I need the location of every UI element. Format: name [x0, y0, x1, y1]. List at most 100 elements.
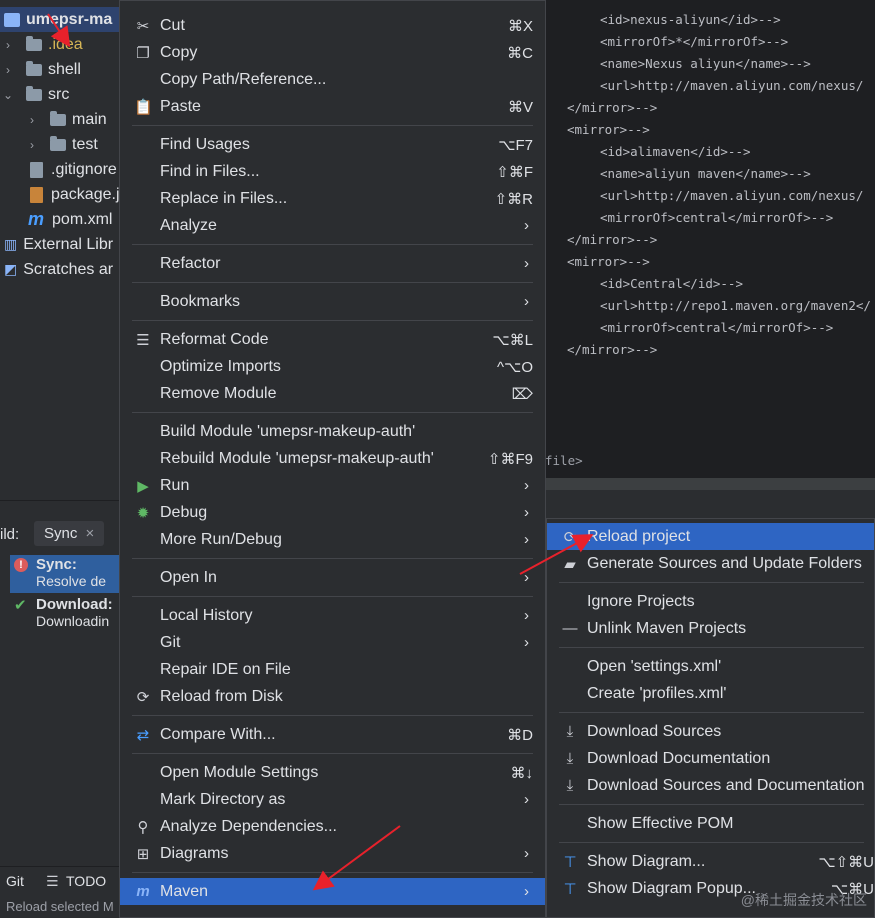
menu-item-cut[interactable]: ✂ Cut ⌘X [120, 12, 545, 39]
reformat-icon: ☰ [136, 331, 150, 349]
tree-item-test[interactable]: › test [0, 132, 120, 157]
tree-item-pom[interactable]: m pom.xml [0, 207, 120, 232]
menu-item-diagrams[interactable]: ⊞ Diagrams › [120, 840, 545, 867]
chevron-down-icon[interactable]: ⌄ [2, 88, 14, 102]
menu-item-optimize-imports[interactable]: Optimize Imports ^⌥O [120, 353, 545, 380]
tab-sync-label: Sync [44, 525, 78, 542]
submenu-item-download-both[interactable]: ⤓ Download Sources and Documentation [547, 772, 874, 799]
menu-item-find-in-files[interactable]: Find in Files... ⇧⌘F [120, 158, 545, 185]
horizontal-scrollbar[interactable] [545, 478, 875, 490]
run-icon: ▶ [137, 477, 149, 495]
menu-item-open-module-settings[interactable]: Open Module Settings ⌘↓ [120, 759, 545, 786]
chevron-right-icon[interactable]: › [2, 38, 14, 52]
menu-item-label: Replace in Files... [160, 189, 288, 207]
menu-item-more-run-debug[interactable]: More Run/Debug › [120, 526, 545, 553]
chevron-right-icon: › [524, 883, 529, 900]
menu-item-label: Reformat Code [160, 330, 269, 348]
code-line: </mirror>--> [567, 342, 658, 357]
menu-item-label: Find Usages [160, 135, 250, 153]
maven-icon: m [28, 209, 45, 229]
tree-item-idea[interactable]: › .idea [0, 32, 120, 57]
menu-separator [132, 872, 533, 873]
diagram-icon: ⊤ [563, 853, 577, 871]
tree-item-label: Scratches ar [23, 260, 114, 278]
tree-item-gitignore[interactable]: .gitignore [0, 157, 120, 182]
submenu-item-create-profiles[interactable]: Create 'profiles.xml' [547, 680, 874, 707]
tree-item-main[interactable]: › main [0, 107, 120, 132]
menu-item-replace-in-files[interactable]: Replace in Files... ⇧⌘R [120, 185, 545, 212]
tree-item-label: shell [48, 60, 81, 78]
sync-row[interactable]: ! Sync: Resolve de [10, 555, 120, 593]
tool-window-git[interactable]: Git [6, 873, 24, 889]
tree-item-scratches[interactable]: ◩ Scratches ar [0, 257, 120, 282]
menu-item-reload-from-disk[interactable]: ⟳ Reload from Disk [120, 683, 545, 710]
menu-item-label: Build Module 'umepsr-makeup-auth' [160, 422, 416, 440]
menu-item-git[interactable]: Git › [120, 629, 545, 656]
menu-item-find-usages[interactable]: Find Usages ⌥F7 [120, 131, 545, 158]
menu-item-copy[interactable]: ❐ Copy ⌘C [120, 39, 545, 66]
submenu-item-unlink[interactable]: — Unlink Maven Projects [547, 615, 874, 642]
close-icon[interactable]: × [86, 525, 95, 542]
menu-item-open-in[interactable]: Open In › [120, 564, 545, 591]
download-icon: ⤓ [566, 777, 574, 794]
submenu-item-label: Generate Sources and Update Folders [587, 554, 862, 572]
scratch-icon: ◩ [4, 261, 18, 277]
submenu-item-generate-sources[interactable]: ▰ Generate Sources and Update Folders [547, 550, 874, 577]
chevron-right-icon[interactable]: › [26, 138, 38, 152]
menu-item-remove-module[interactable]: Remove Module ⌦ [120, 380, 545, 407]
error-icon: ! [14, 558, 28, 572]
menu-item-debug[interactable]: ✹ Debug › [120, 499, 545, 526]
menu-item-local-history[interactable]: Local History › [120, 602, 545, 629]
code-line: <url>http://maven.aliyun.com/nexus/ [600, 78, 864, 93]
menu-item-repair-ide[interactable]: Repair IDE on File [120, 656, 545, 683]
menu-item-label: Open Module Settings [160, 763, 319, 781]
chevron-right-icon: › [524, 845, 529, 862]
menu-item-copy-path[interactable]: Copy Path/Reference... [120, 66, 545, 93]
tree-item-label: package.j [51, 185, 120, 203]
menu-item-analyze-dependencies[interactable]: ⚲ Analyze Dependencies... [120, 813, 545, 840]
diagram-icon: ⊤ [563, 880, 577, 898]
chevron-right-icon[interactable]: › [2, 63, 14, 77]
menu-item-analyze[interactable]: Analyze › [120, 212, 545, 239]
submenu-item-download-sources[interactable]: ⤓ Download Sources [547, 718, 874, 745]
menu-item-label: Rebuild Module 'umepsr-makeup-auth' [160, 449, 434, 467]
menu-separator [132, 244, 533, 245]
download-row[interactable]: ✔ Download: Downloadin [10, 595, 120, 633]
submenu-item-effective-pom[interactable]: Show Effective POM [547, 810, 874, 837]
code-line: <id>nexus-aliyun</id>--> [600, 12, 781, 27]
menu-item-reformat-code[interactable]: ☰ Reformat Code ⌥⌘L [120, 326, 545, 353]
download-subtitle: Downloadin [36, 613, 110, 629]
code-line: <mirrorOf>central</mirrorOf>--> [600, 320, 834, 335]
menu-item-build-module[interactable]: Build Module 'umepsr-makeup-auth' [120, 418, 545, 445]
code-line: <id>alimaven</id>--> [600, 144, 751, 159]
menu-item-bookmarks[interactable]: Bookmarks › [120, 288, 545, 315]
tree-item-package[interactable]: package.j [0, 182, 120, 207]
submenu-item-reload-project[interactable]: ⟳ Reload project [547, 523, 874, 550]
tool-window-todo[interactable]: TODO [66, 873, 106, 889]
submenu-item-ignore-projects[interactable]: Ignore Projects [547, 588, 874, 615]
tree-item-src[interactable]: ⌄ src [0, 82, 120, 107]
tree-item-external-libraries[interactable]: ▥ External Libr [0, 232, 120, 257]
chevron-right-icon[interactable]: › [26, 113, 38, 127]
tab-sync[interactable]: Sync × [34, 521, 105, 546]
menu-item-paste[interactable]: 📋 Paste ⌘V [120, 93, 545, 120]
menu-item-rebuild-module[interactable]: Rebuild Module 'umepsr-makeup-auth' ⇧⌘F9 [120, 445, 545, 472]
code-editor[interactable]: <id>nexus-aliyun</id>--> <mirrorOf>*</mi… [545, 0, 875, 478]
submenu-item-show-diagram[interactable]: ⊤ Show Diagram... ⌥⇧⌘U [547, 848, 874, 875]
menu-separator [132, 412, 533, 413]
chevron-right-icon: › [524, 531, 529, 548]
tree-item-label: src [48, 85, 70, 103]
menu-separator [132, 558, 533, 559]
menu-item-compare-with[interactable]: ⇄ Compare With... ⌘D [120, 721, 545, 748]
tree-item-shell[interactable]: › shell [0, 57, 120, 82]
menu-item-refactor[interactable]: Refactor › [120, 250, 545, 277]
menu-item-mark-directory[interactable]: Mark Directory as › [120, 786, 545, 813]
tree-root[interactable]: umepsr-ma [0, 7, 120, 32]
debug-icon: ✹ [136, 504, 150, 522]
menu-item-run[interactable]: ▶ Run › [120, 472, 545, 499]
tree-item-label: pom.xml [52, 210, 113, 228]
menu-item-label: Compare With... [160, 725, 276, 743]
submenu-item-download-documentation[interactable]: ⤓ Download Documentation [547, 745, 874, 772]
submenu-item-open-settings[interactable]: Open 'settings.xml' [547, 653, 874, 680]
menu-item-maven[interactable]: m Maven › [120, 878, 545, 905]
